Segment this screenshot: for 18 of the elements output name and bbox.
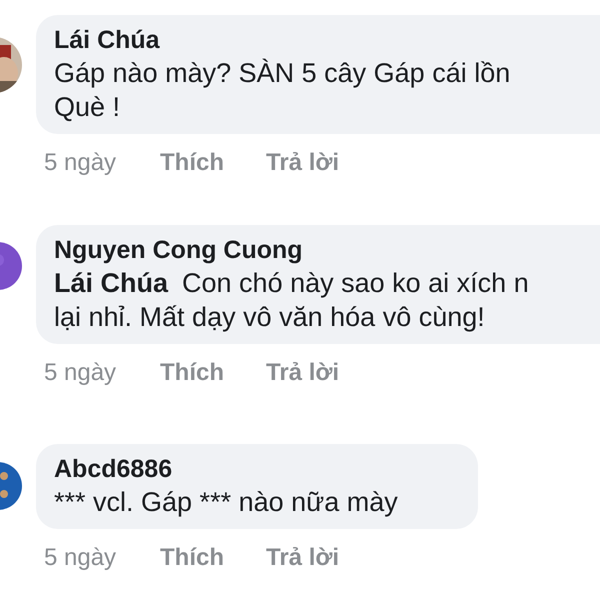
comment-text: lại nhỉ. Mất dạy vô văn hóa vô cùng! [54, 301, 485, 334]
like-button[interactable]: Thích [160, 543, 266, 573]
reply-button[interactable]: Trả lời [266, 358, 340, 388]
like-button[interactable]: Thích [160, 148, 266, 178]
comment-time: 5 ngày [44, 358, 118, 388]
comment-text: *** vcl. Gáp *** nào nữa mày [54, 486, 398, 519]
like-button[interactable]: Thích [160, 358, 266, 388]
author-name[interactable]: Nguyen Cong Cuong [54, 235, 600, 266]
comment-text: Què ! [54, 91, 120, 124]
mention-link[interactable]: Lái Chúa [54, 266, 168, 300]
reply-button[interactable]: Trả lời [266, 543, 340, 573]
author-name[interactable]: Lái Chúa [54, 25, 600, 56]
comment-time: 5 ngày [44, 543, 118, 573]
author-name[interactable]: Abcd6886 [54, 454, 460, 485]
comment-text: Gáp nào mày? SÀN 5 cây Gáp cái lồn [54, 57, 510, 90]
comment-text: Con chó này sao ko ai xích n [182, 267, 529, 300]
comment-time: 5 ngày [44, 148, 118, 178]
reply-button[interactable]: Trả lời [266, 148, 340, 178]
